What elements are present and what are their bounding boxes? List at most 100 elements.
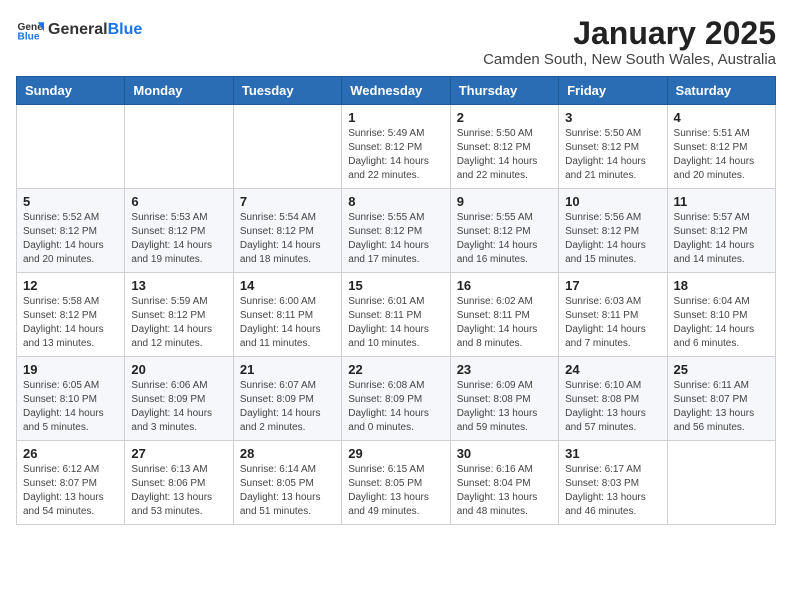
weekday-header-row: SundayMondayTuesdayWednesdayThursdayFrid…	[17, 77, 776, 105]
day-info: Sunrise: 6:14 AM Sunset: 8:05 PM Dayligh…	[240, 463, 335, 519]
day-number: 2	[457, 110, 552, 125]
day-number: 19	[23, 362, 118, 377]
calendar-cell: 26Sunrise: 6:12 AM Sunset: 8:07 PM Dayli…	[17, 441, 125, 525]
weekday-header-friday: Friday	[559, 77, 667, 105]
calendar-cell: 19 Sunrise: 6:05 AM Sunset: 8:10 PM Dayli…	[17, 357, 125, 441]
calendar-week-row: 1Sunrise: 5:49 AM Sunset: 8:12 PM Daylig…	[17, 105, 776, 189]
day-info: Sunrise: 5:53 AM Sunset: 8:12 PM Dayligh…	[131, 211, 226, 267]
day-info: Sunrise: 5:57 AM Sunset: 8:12 PM Dayligh…	[674, 211, 769, 267]
day-number: 6	[131, 194, 226, 209]
weekday-header-wednesday: Wednesday	[342, 77, 450, 105]
weekday-header-sunday: Sunday	[17, 77, 125, 105]
calendar-cell: 9 Sunrise: 5:55 AM Sunset: 8:12 PM Daylig…	[450, 189, 558, 273]
calendar-cell: 28 Sunrise: 6:14 AM Sunset: 8:05 PM Dayli…	[233, 441, 341, 525]
calendar-cell: 27Sunrise: 6:13 AM Sunset: 8:06 PM Dayli…	[125, 441, 233, 525]
day-info: Sunrise: 5:51 AM Sunset: 8:12 PM Dayligh…	[674, 127, 769, 183]
day-number: 22	[348, 362, 443, 377]
day-info: Sunrise: 6:06 AM Sunset: 8:09 PM Dayligh…	[131, 379, 226, 435]
logo-blue: Blue	[108, 21, 143, 38]
day-number: 8	[348, 194, 443, 209]
day-number: 28	[240, 446, 335, 461]
calendar-cell: 21 Sunrise: 6:07 AM Sunset: 8:09 PM Dayli…	[233, 357, 341, 441]
calendar-cell	[233, 105, 341, 189]
day-number: 27	[131, 446, 226, 461]
month-title: January 2025	[483, 16, 776, 51]
day-info: Sunrise: 6:09 AM Sunset: 8:08 PM Dayligh…	[457, 379, 552, 435]
day-number: 30	[457, 446, 552, 461]
calendar-cell	[125, 105, 233, 189]
calendar-cell: 2 Sunrise: 5:50 AM Sunset: 8:12 PM Daylig…	[450, 105, 558, 189]
day-number: 12	[23, 278, 118, 293]
calendar-cell: 10Sunrise: 5:56 AM Sunset: 8:12 PM Dayli…	[559, 189, 667, 273]
day-number: 15	[348, 278, 443, 293]
day-info: Sunrise: 6:00 AM Sunset: 8:11 PM Dayligh…	[240, 295, 335, 351]
calendar-cell: 13 Sunrise: 5:59 AM Sunset: 8:12 PM Dayli…	[125, 273, 233, 357]
calendar-cell: 5Sunrise: 5:52 AM Sunset: 8:12 PM Daylig…	[17, 189, 125, 273]
day-number: 14	[240, 278, 335, 293]
page-header: General Blue GeneralBlue January 2025 Ca…	[16, 16, 776, 68]
day-number: 9	[457, 194, 552, 209]
logo-general: General	[48, 21, 108, 38]
day-number: 13	[131, 278, 226, 293]
day-info: Sunrise: 5:54 AM Sunset: 8:12 PM Dayligh…	[240, 211, 335, 267]
calendar-cell: 8 Sunrise: 5:55 AM Sunset: 8:12 PM Daylig…	[342, 189, 450, 273]
day-info: Sunrise: 5:55 AM Sunset: 8:12 PM Dayligh…	[348, 211, 443, 267]
weekday-header-saturday: Saturday	[667, 77, 775, 105]
day-info: Sunrise: 5:59 AM Sunset: 8:12 PM Dayligh…	[131, 295, 226, 351]
calendar-cell: 6 Sunrise: 5:53 AM Sunset: 8:12 PM Daylig…	[125, 189, 233, 273]
calendar-cell: 4 Sunrise: 5:51 AM Sunset: 8:12 PM Daylig…	[667, 105, 775, 189]
location-title: Camden South, New South Wales, Australia	[483, 51, 776, 68]
day-number: 21	[240, 362, 335, 377]
calendar-cell: 24 Sunrise: 6:10 AM Sunset: 8:08 PM Dayli…	[559, 357, 667, 441]
calendar-cell: 18Sunrise: 6:04 AM Sunset: 8:10 PM Dayli…	[667, 273, 775, 357]
day-info: Sunrise: 5:50 AM Sunset: 8:12 PM Dayligh…	[457, 127, 552, 183]
day-number: 7	[240, 194, 335, 209]
calendar-cell: 16 Sunrise: 6:02 AM Sunset: 8:11 PM Dayli…	[450, 273, 558, 357]
logo: General Blue GeneralBlue	[16, 16, 142, 44]
day-info: Sunrise: 6:05 AM Sunset: 8:10 PM Dayligh…	[23, 379, 118, 435]
day-info: Sunrise: 5:56 AM Sunset: 8:12 PM Dayligh…	[565, 211, 660, 267]
day-info: Sunrise: 6:10 AM Sunset: 8:08 PM Dayligh…	[565, 379, 660, 435]
day-info: Sunrise: 6:07 AM Sunset: 8:09 PM Dayligh…	[240, 379, 335, 435]
calendar-cell: 20 Sunrise: 6:06 AM Sunset: 8:09 PM Dayli…	[125, 357, 233, 441]
day-info: Sunrise: 6:17 AM Sunset: 8:03 PM Dayligh…	[565, 463, 660, 519]
calendar-week-row: 5Sunrise: 5:52 AM Sunset: 8:12 PM Daylig…	[17, 189, 776, 273]
day-number: 20	[131, 362, 226, 377]
calendar-cell: 7 Sunrise: 5:54 AM Sunset: 8:12 PM Daylig…	[233, 189, 341, 273]
calendar-cell: 31Sunrise: 6:17 AM Sunset: 8:03 PM Dayli…	[559, 441, 667, 525]
day-number: 24	[565, 362, 660, 377]
calendar-week-row: 26Sunrise: 6:12 AM Sunset: 8:07 PM Dayli…	[17, 441, 776, 525]
day-info: Sunrise: 6:02 AM Sunset: 8:11 PM Dayligh…	[457, 295, 552, 351]
day-number: 5	[23, 194, 118, 209]
day-number: 16	[457, 278, 552, 293]
weekday-header-monday: Monday	[125, 77, 233, 105]
day-number: 23	[457, 362, 552, 377]
calendar-table: SundayMondayTuesdayWednesdayThursdayFrid…	[16, 76, 776, 525]
calendar-week-row: 19 Sunrise: 6:05 AM Sunset: 8:10 PM Dayli…	[17, 357, 776, 441]
calendar-cell: 29Sunrise: 6:15 AM Sunset: 8:05 PM Dayli…	[342, 441, 450, 525]
day-number: 3	[565, 110, 660, 125]
svg-text:Blue: Blue	[18, 31, 40, 42]
calendar-cell	[17, 105, 125, 189]
day-info: Sunrise: 5:49 AM Sunset: 8:12 PM Dayligh…	[348, 127, 443, 183]
day-info: Sunrise: 6:11 AM Sunset: 8:07 PM Dayligh…	[674, 379, 769, 435]
day-info: Sunrise: 5:55 AM Sunset: 8:12 PM Dayligh…	[457, 211, 552, 267]
day-info: Sunrise: 6:04 AM Sunset: 8:10 PM Dayligh…	[674, 295, 769, 351]
day-number: 17	[565, 278, 660, 293]
calendar-cell: 12 Sunrise: 5:58 AM Sunset: 8:12 PM Dayli…	[17, 273, 125, 357]
day-number: 4	[674, 110, 769, 125]
calendar-cell: 23 Sunrise: 6:09 AM Sunset: 8:08 PM Dayli…	[450, 357, 558, 441]
logo-icon: General Blue	[16, 16, 44, 44]
day-number: 11	[674, 194, 769, 209]
calendar-week-row: 12 Sunrise: 5:58 AM Sunset: 8:12 PM Dayli…	[17, 273, 776, 357]
day-info: Sunrise: 5:58 AM Sunset: 8:12 PM Dayligh…	[23, 295, 118, 351]
calendar-cell: 14 Sunrise: 6:00 AM Sunset: 8:11 PM Dayli…	[233, 273, 341, 357]
day-number: 26	[23, 446, 118, 461]
calendar-cell: 25 Sunrise: 6:11 AM Sunset: 8:07 PM Dayli…	[667, 357, 775, 441]
calendar-cell: 3 Sunrise: 5:50 AM Sunset: 8:12 PM Daylig…	[559, 105, 667, 189]
calendar-cell: 30Sunrise: 6:16 AM Sunset: 8:04 PM Dayli…	[450, 441, 558, 525]
title-block: January 2025 Camden South, New South Wal…	[483, 16, 776, 68]
day-info: Sunrise: 6:03 AM Sunset: 8:11 PM Dayligh…	[565, 295, 660, 351]
day-number: 25	[674, 362, 769, 377]
day-info: Sunrise: 5:50 AM Sunset: 8:12 PM Dayligh…	[565, 127, 660, 183]
